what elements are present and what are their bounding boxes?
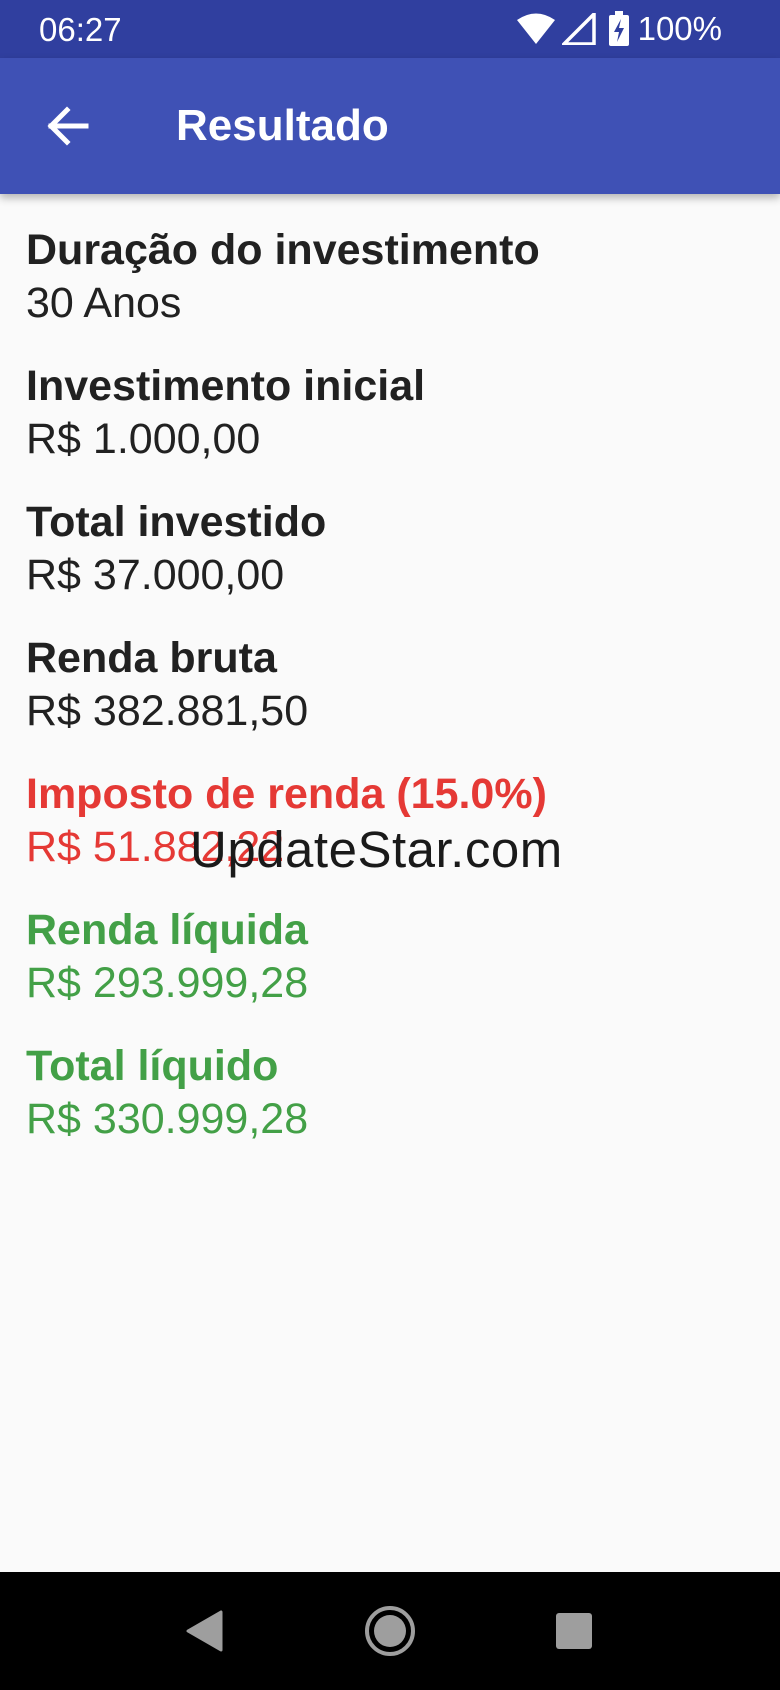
result-label: Duração do investimento xyxy=(26,226,540,274)
signal-icon xyxy=(561,13,596,45)
result-value: 30 Anos xyxy=(26,279,182,327)
battery-percent: 100% xyxy=(637,10,722,47)
nav-home-button[interactable] xyxy=(350,1594,430,1668)
battery-charging-icon xyxy=(608,11,629,46)
result-net-income: Renda líquida R$ 293.999,28 xyxy=(26,904,756,1010)
back-button[interactable] xyxy=(26,94,110,158)
back-triangle-icon xyxy=(186,1610,223,1652)
result-label: Investimento inicial xyxy=(26,362,426,410)
home-circle-icon xyxy=(365,1606,415,1656)
result-value: R$ 330.999,28 xyxy=(26,1095,309,1143)
result-total-invested: Total investido R$ 37.000,00 xyxy=(26,496,756,602)
result-value: R$ 382.881,50 xyxy=(26,687,309,735)
result-label: Total investido xyxy=(26,498,327,546)
nav-recents-button[interactable] xyxy=(534,1594,614,1668)
result-value: R$ 1.000,00 xyxy=(26,415,261,463)
result-label: Renda bruta xyxy=(26,634,277,682)
wifi-icon xyxy=(516,13,555,44)
result-net-total: Total líquido R$ 330.999,28 xyxy=(26,1040,756,1146)
result-duration: Duração do investimento 30 Anos xyxy=(26,224,756,330)
status-icons: 100% xyxy=(516,9,722,49)
result-label: Total líquido xyxy=(26,1042,279,1090)
result-initial-investment: Investimento inicial R$ 1.000,00 xyxy=(26,360,756,466)
result-label: Imposto de renda (15.0%) xyxy=(26,770,547,818)
status-time: 06:27 xyxy=(39,11,122,48)
arrow-back-icon xyxy=(47,106,89,146)
result-value: R$ 293.999,28 xyxy=(26,959,309,1007)
page-title: Resultado xyxy=(176,101,389,150)
result-value: R$ 37.000,00 xyxy=(26,551,285,599)
results-list: Duração do investimento 30 Anos Investim… xyxy=(0,194,780,1572)
navigation-bar xyxy=(0,1572,780,1690)
nav-back-button[interactable] xyxy=(164,1594,244,1668)
recents-square-icon xyxy=(556,1613,592,1649)
app-bar: Resultado xyxy=(0,58,780,194)
status-bar: 06:27 100% xyxy=(0,0,780,58)
result-gross-income: Renda bruta R$ 382.881,50 xyxy=(26,632,756,738)
watermark: UpdateStar.com xyxy=(190,821,563,878)
result-label: Renda líquida xyxy=(26,906,308,954)
